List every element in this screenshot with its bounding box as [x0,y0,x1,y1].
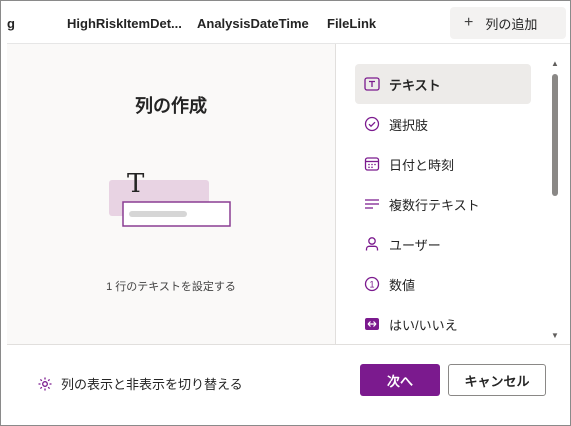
text-icon [362,74,382,94]
column-header[interactable]: g [7,16,15,31]
add-column-label: 列の追加 [485,16,538,32]
check-circle-icon [362,114,382,134]
yes-no-toggle-icon [362,314,382,334]
column-type-choice[interactable]: 選択肢 [355,104,531,144]
scroll-up-arrow-icon[interactable]: ▲ [551,60,559,68]
plus-icon: + [464,14,474,31]
panel-title: 列の作成 [135,96,207,116]
person-icon [362,234,382,254]
column-type-label: 日付と時刻 [389,157,455,173]
toggle-columns-label: 列の表示と非表示を切り替える [61,377,243,392]
text-field-illustration: T [109,172,231,227]
multiline-text-icon [362,194,382,214]
next-button[interactable]: 次へ [360,364,440,396]
column-header[interactable]: AnalysisDateTime [197,16,309,31]
column-type-multiline[interactable]: 複数行テキスト [355,184,531,224]
divider-vertical [335,44,336,344]
column-type-label: テキスト [389,77,441,93]
scrollbar-thumb[interactable] [552,74,558,196]
cancel-button[interactable]: キャンセル [448,364,546,396]
column-type-yesno[interactable]: はい/いいえ [355,304,531,344]
preview-pane: 列の作成 T 1 行のテキストを設定する [7,44,335,344]
add-column-button[interactable]: + 列の追加 [450,7,566,39]
column-type-label: はい/いいえ [389,317,458,333]
column-header[interactable]: HighRiskItemDet... [67,16,182,31]
column-type-person[interactable]: ユーザー [355,224,531,264]
illustration-glyph: T [127,172,145,199]
column-type-label: 選択肢 [389,117,429,133]
column-type-text[interactable]: テキスト [355,64,531,104]
number-circle-icon: 1 [362,274,382,294]
column-header[interactable]: FileLink [327,16,376,31]
create-column-panel: 列の作成 T 1 行のテキストを設定する テキスト 選択肢 日付と時刻 複数行テ… [7,43,570,425]
column-type-label: ユーザー [389,237,441,253]
divider-horizontal [7,344,570,345]
column-type-list: テキスト 選択肢 日付と時刻 複数行テキスト ユーザー 1 数値 はい/いいえ [355,64,531,344]
dialog-window: g HighRiskItemDet... AnalysisDateTime Fi… [0,0,571,426]
column-type-number[interactable]: 1 数値 [355,264,531,304]
calendar-icon [362,154,382,174]
toggle-columns-link[interactable]: 列の表示と非表示を切り替える [37,374,243,393]
gear-icon [37,376,53,392]
svg-text:1: 1 [369,280,374,290]
scroll-down-arrow-icon[interactable]: ▼ [551,332,559,340]
type-description: 1 行のテキストを設定する [106,281,236,293]
column-type-label: 複数行テキスト [389,197,480,213]
column-type-label: 数値 [389,277,416,293]
column-type-datetime[interactable]: 日付と時刻 [355,144,531,184]
column-header-bar: g HighRiskItemDet... AnalysisDateTime Fi… [1,1,570,43]
list-scrollbar[interactable]: ▲ ▼ [551,60,559,342]
